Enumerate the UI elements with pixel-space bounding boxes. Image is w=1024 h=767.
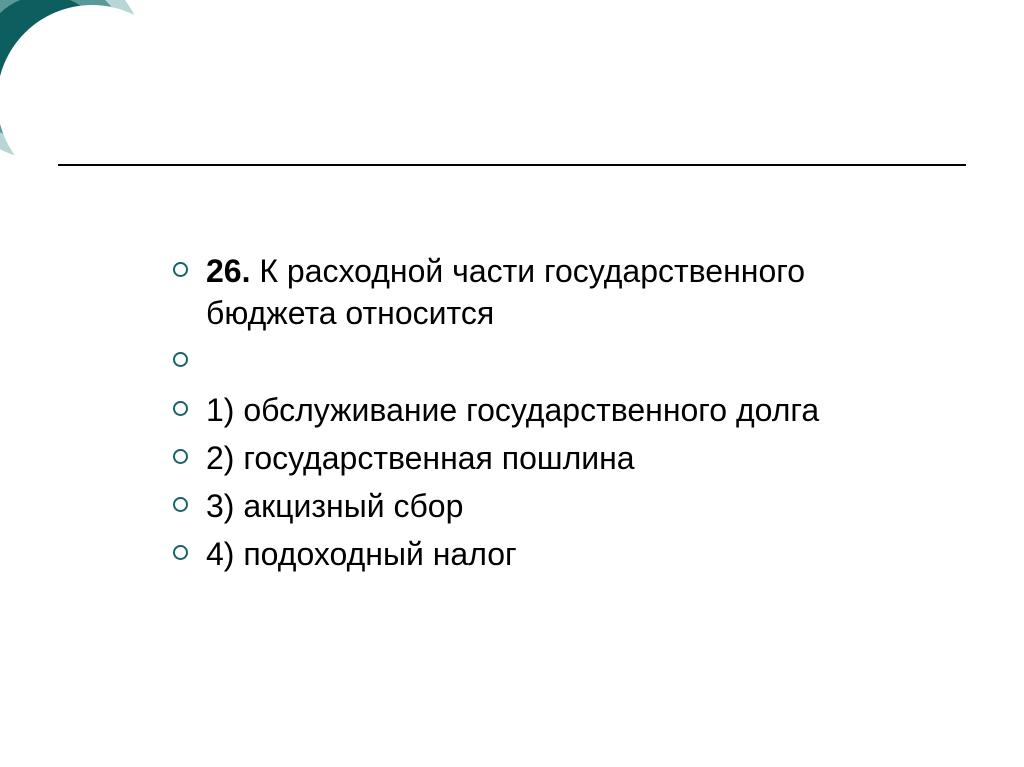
bullet-icon: [173, 497, 188, 512]
option-text: 2) государственная пошлина: [206, 437, 635, 479]
option-item: 1) обслуживание государственного долга: [173, 389, 934, 431]
option-text: 3) акцизный сбор: [206, 485, 463, 527]
slide-content: 26. К расходной части государственного б…: [173, 250, 934, 582]
bullet-icon: [173, 262, 188, 277]
question-number: 26.: [206, 253, 250, 289]
empty-text: [206, 340, 215, 382]
option-item: 3) акцизный сбор: [173, 485, 934, 527]
option-text: 4) подоходный налог: [206, 533, 517, 575]
bullet-icon: [173, 352, 188, 367]
bullet-icon: [173, 401, 188, 416]
bullet-icon: [173, 545, 188, 560]
option-item: 2) государственная пошлина: [173, 437, 934, 479]
bullet-icon: [173, 449, 188, 464]
question-text: 26. К расходной части государственного б…: [206, 250, 934, 334]
corner-decoration: [0, 0, 145, 160]
option-text: 1) обслуживание государственного долга: [206, 389, 819, 431]
horizontal-divider: [58, 164, 966, 166]
question-item: 26. К расходной части государственного б…: [173, 250, 934, 334]
option-item: 4) подоходный налог: [173, 533, 934, 575]
question-body: К расходной части государственного бюдже…: [206, 253, 805, 331]
empty-item: [173, 340, 934, 382]
